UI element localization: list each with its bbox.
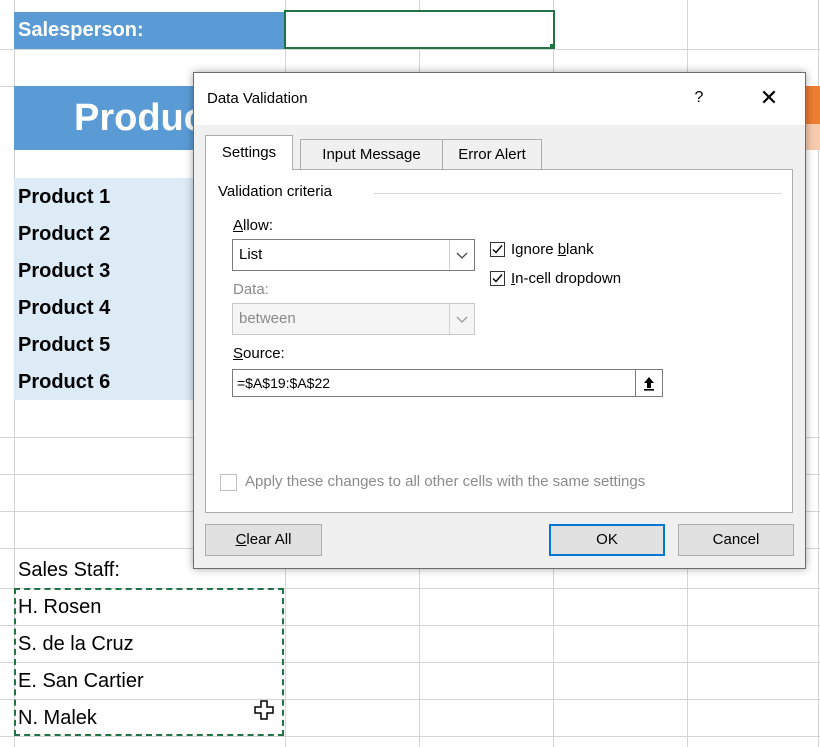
data-validation-dialog: Data Validation ? ✕ Settings Input Messa… — [193, 72, 806, 569]
dialog-titlebar[interactable]: Data Validation ? ✕ — [194, 73, 805, 125]
gridline — [0, 49, 820, 50]
checkmark-icon — [492, 245, 503, 254]
in-cell-dropdown-checkbox[interactable] — [490, 271, 505, 286]
product-cell[interactable]: Product 6 — [18, 364, 194, 401]
close-button[interactable]: ✕ — [749, 81, 789, 115]
tab-settings[interactable]: Settings — [205, 135, 293, 170]
source-label: Source: — [233, 345, 285, 362]
collapse-dialog-button[interactable] — [635, 370, 662, 396]
cell-cursor-icon — [254, 700, 274, 720]
source-input[interactable]: =$A$19:$A$22 — [232, 369, 663, 397]
allow-label: Allow: — [233, 217, 274, 234]
salesperson-label[interactable]: Salesperson: — [14, 12, 285, 49]
copy-selection-marquee — [14, 588, 284, 736]
help-button[interactable]: ? — [684, 83, 714, 113]
settings-panel — [205, 169, 793, 513]
fill-handle[interactable] — [549, 43, 553, 47]
source-input-value: =$A$19:$A$22 — [237, 375, 331, 391]
cancel-button[interactable]: Cancel — [678, 524, 794, 556]
allow-select[interactable]: List — [232, 239, 475, 271]
apply-to-all-label: Apply these changes to all other cells w… — [245, 473, 646, 490]
in-cell-dropdown-label: In-cell dropdown — [511, 270, 622, 287]
chevron-down-icon[interactable] — [449, 240, 474, 270]
data-select-value: between — [239, 310, 296, 327]
product-cell[interactable]: Product 2 — [18, 216, 194, 253]
product-cell[interactable]: Product 3 — [18, 253, 194, 290]
allow-select-value: List — [239, 246, 263, 263]
salesperson-input-cell[interactable] — [284, 10, 555, 49]
ignore-blank-label: Ignore blank — [511, 241, 594, 258]
product-cell[interactable]: Product 5 — [18, 327, 194, 364]
chevron-down-icon[interactable] — [449, 304, 474, 334]
clear-all-button[interactable]: Clear All — [205, 524, 322, 556]
dialog-title: Data Validation — [207, 90, 308, 107]
checkmark-icon — [492, 274, 503, 283]
ok-button[interactable]: OK — [549, 524, 665, 556]
tab-error-alert[interactable]: Error Alert — [442, 139, 542, 169]
validation-criteria-label: Validation criteria — [218, 183, 340, 200]
data-select[interactable]: between — [232, 303, 475, 335]
data-label: Data: — [233, 281, 269, 298]
product-cell[interactable]: Product 1 — [18, 179, 194, 216]
ignore-blank-checkbox[interactable] — [490, 242, 505, 257]
group-divider — [374, 193, 782, 194]
tab-input-message[interactable]: Input Message — [300, 139, 443, 169]
upload-arrow-icon — [644, 377, 654, 391]
apply-to-all-checkbox[interactable] — [220, 474, 237, 491]
banner-title: Produc — [74, 97, 205, 139]
product-cell[interactable]: Product 4 — [18, 290, 194, 327]
